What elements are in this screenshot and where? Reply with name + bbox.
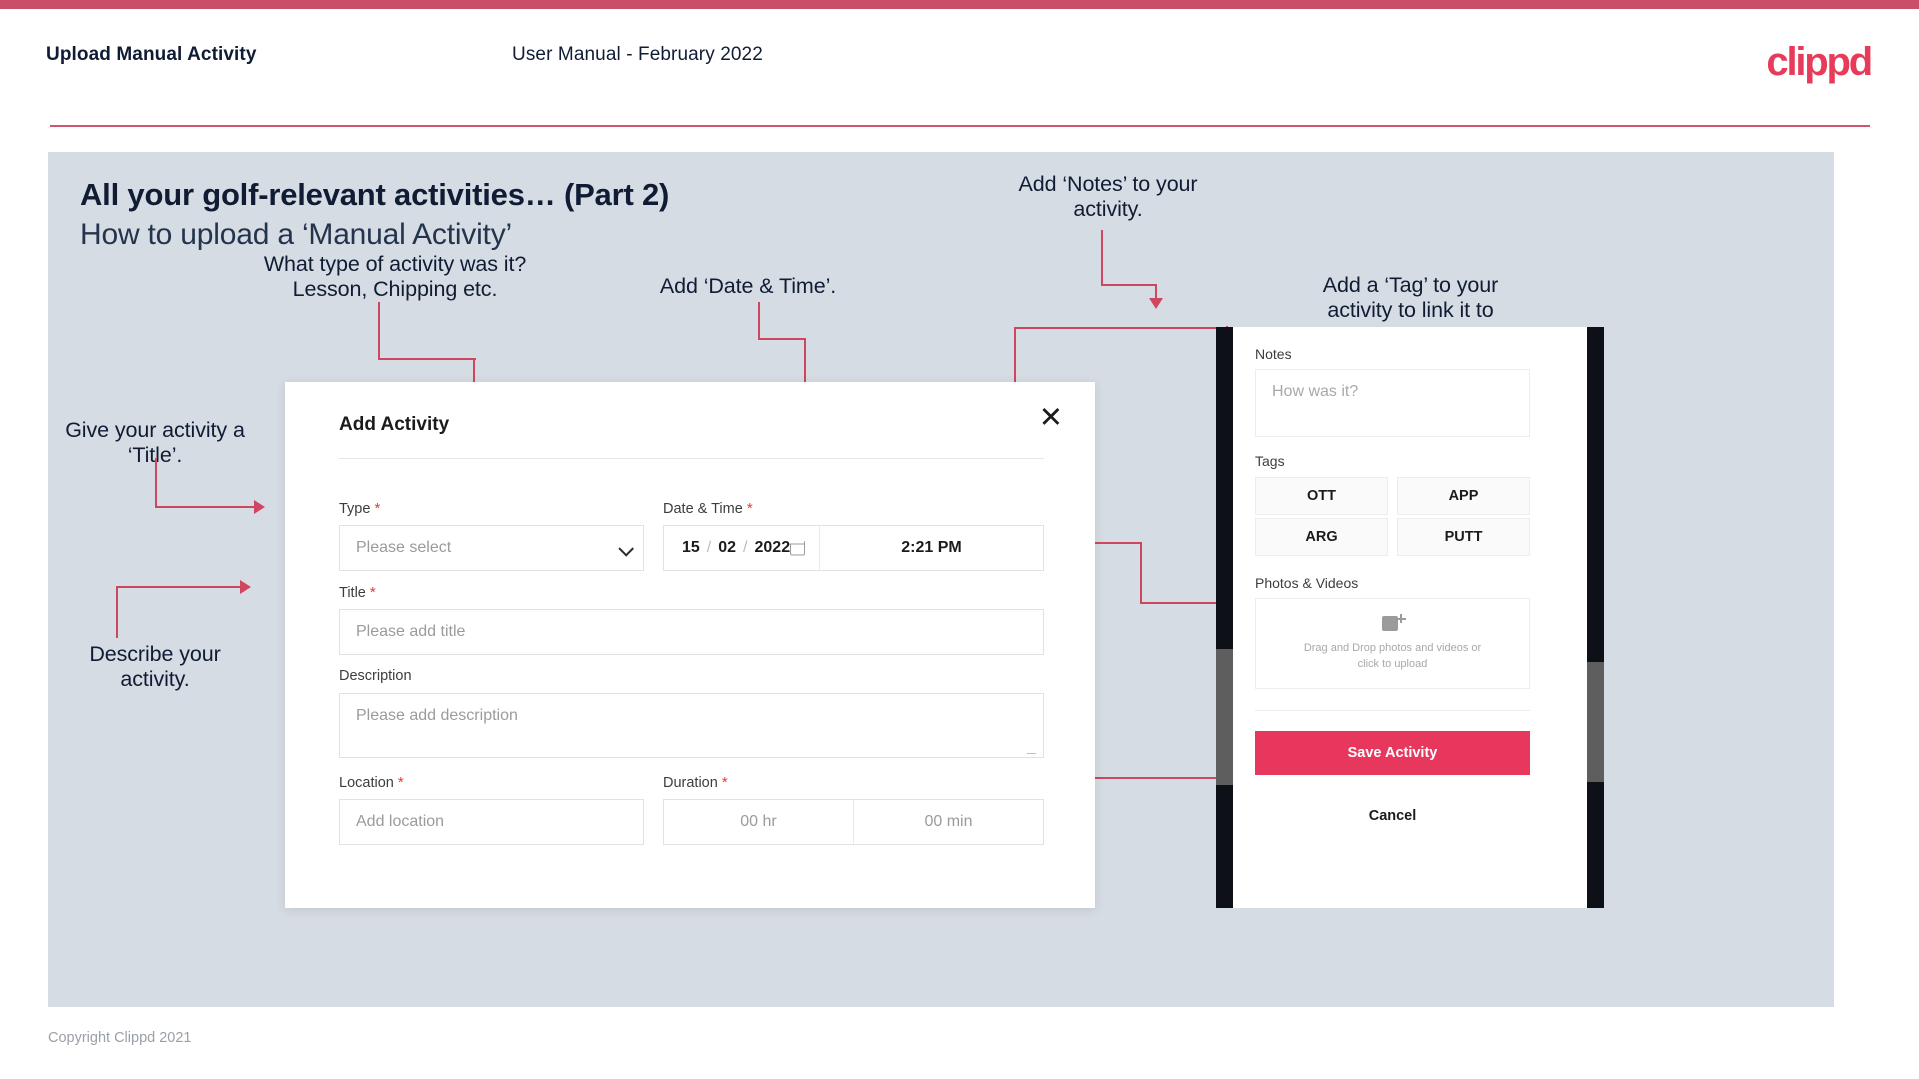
title-label-text: Title <box>339 585 366 601</box>
add-image-icon <box>1382 614 1406 632</box>
duration-label-text: Duration <box>663 775 718 791</box>
type-required-marker: * <box>374 500 381 517</box>
header-divider <box>50 125 1870 127</box>
date-day: 15 <box>682 539 700 556</box>
type-label-text: Type <box>339 501 371 517</box>
top-accent-bar <box>0 0 1919 9</box>
datetime-label-text: Date & Time <box>663 501 743 517</box>
duration-label: Duration * <box>663 774 728 791</box>
annotation-type: What type of activity was it? Lesson, Chi… <box>263 252 527 302</box>
datetime-label: Date & Time * <box>663 500 753 517</box>
slide-subheading: How to upload a ‘Manual Activity’ <box>80 218 512 251</box>
add-activity-dialog: Add Activity ✕ Type * Please select Date… <box>285 382 1095 908</box>
calendar-icon[interactable] <box>789 539 805 556</box>
page-subtitle: User Manual - February 2022 <box>512 44 763 65</box>
slide-page: Upload Manual Activity User Manual - Feb… <box>0 0 1919 1079</box>
date-year: 2022 <box>754 539 791 556</box>
annotation-notes: Add ‘Notes’ to your activity. <box>1018 172 1198 222</box>
datetime-required-marker: * <box>746 500 753 517</box>
annotation-datetime: Add ‘Date & Time’. <box>659 274 837 298</box>
dialog-title: Add Activity <box>339 414 450 435</box>
type-select-placeholder: Please select <box>356 539 452 556</box>
phone-divider <box>1255 710 1530 711</box>
notes-placeholder: How was it? <box>1272 383 1359 400</box>
phone-left-button <box>1216 649 1233 785</box>
date-month: 02 <box>718 539 737 556</box>
connector-title <box>155 458 157 508</box>
dropzone-text: Drag and Drop photos and videos or click… <box>1303 642 1482 670</box>
connector-type <box>378 358 476 360</box>
location-input[interactable]: Add location <box>339 799 644 845</box>
description-textarea[interactable]: Please add description <box>339 693 1045 758</box>
datetime-field[interactable]: 15 / 02 / 2022 2:21 PM <box>663 525 1044 571</box>
connector-notes <box>1101 284 1157 286</box>
connector-title <box>155 506 258 508</box>
tag-putt[interactable]: PUTT <box>1397 518 1530 556</box>
date-sep-1: / <box>706 539 712 556</box>
phone-right-edge <box>1587 327 1604 908</box>
tag-ott[interactable]: OTT <box>1255 477 1388 515</box>
annotation-description: Describe your activity. <box>89 642 221 692</box>
title-input[interactable]: Please add title <box>339 609 1044 655</box>
date-input[interactable]: 15 / 02 / 2022 <box>664 526 820 570</box>
location-input-placeholder: Add location <box>356 813 445 830</box>
slide-heading: All your golf-relevant activities… (Part… <box>80 177 670 212</box>
tag-arg[interactable]: ARG <box>1255 518 1388 556</box>
location-required-marker: * <box>397 774 404 791</box>
save-activity-button[interactable]: Save Activity <box>1255 731 1530 775</box>
duration-hours-input[interactable]: 00 hr <box>664 800 853 844</box>
phone-screen: Notes How was it? Tags OTT APP ARG PUTT … <box>1233 327 1587 908</box>
connector-datetime <box>758 302 760 340</box>
phone-right-button <box>1587 662 1604 782</box>
location-label: Location * <box>339 774 404 791</box>
location-label-text: Location <box>339 775 394 791</box>
notes-textarea[interactable]: How was it? <box>1255 369 1530 437</box>
clippd-logo: clippd <box>1766 40 1873 84</box>
phone-left-edge <box>1216 327 1233 908</box>
connector-upload <box>1091 542 1142 544</box>
duration-minutes-input[interactable]: 00 min <box>853 800 1043 844</box>
connector-upload <box>1140 542 1142 604</box>
title-required-marker: * <box>369 584 376 601</box>
photos-label: Photos & Videos <box>1255 575 1359 591</box>
tags-label: Tags <box>1255 453 1285 469</box>
title-input-placeholder: Please add title <box>356 623 466 640</box>
connector-description <box>116 586 244 588</box>
chevron-down-icon <box>618 541 634 557</box>
page-title: Upload Manual Activity <box>46 44 257 65</box>
close-icon[interactable]: ✕ <box>1039 404 1063 433</box>
connector-notes <box>1101 230 1103 286</box>
footer-copyright: Copyright Clippd 2021 <box>48 1030 192 1046</box>
dialog-divider <box>339 458 1044 459</box>
connector-notes-arrow <box>1149 298 1163 309</box>
duration-required-marker: * <box>721 774 728 791</box>
time-input[interactable]: 2:21 PM <box>820 526 1043 570</box>
resize-handle-icon[interactable] <box>1026 745 1045 754</box>
phone-mockup: Notes How was it? Tags OTT APP ARG PUTT … <box>1216 327 1604 908</box>
notes-label: Notes <box>1255 346 1292 362</box>
type-label: Type * <box>339 500 380 517</box>
description-label: Description <box>339 668 412 684</box>
cancel-button[interactable]: Cancel <box>1255 808 1530 824</box>
type-select[interactable]: Please select <box>339 525 644 571</box>
connector-datetime <box>758 338 806 340</box>
connector-description-arrow <box>240 580 251 594</box>
connector-title-arrow <box>254 500 265 514</box>
description-label-text: Description <box>339 668 412 684</box>
connector-description <box>116 586 118 638</box>
photo-dropzone[interactable]: Drag and Drop photos and videos or click… <box>1255 598 1530 689</box>
connector-type <box>378 302 380 360</box>
date-sep-2: / <box>743 539 748 556</box>
tag-app[interactable]: APP <box>1397 477 1530 515</box>
description-placeholder: Please add description <box>356 707 518 724</box>
title-label: Title * <box>339 584 376 601</box>
duration-field[interactable]: 00 hr 00 min <box>663 799 1044 845</box>
connector-tags <box>1014 327 1228 329</box>
